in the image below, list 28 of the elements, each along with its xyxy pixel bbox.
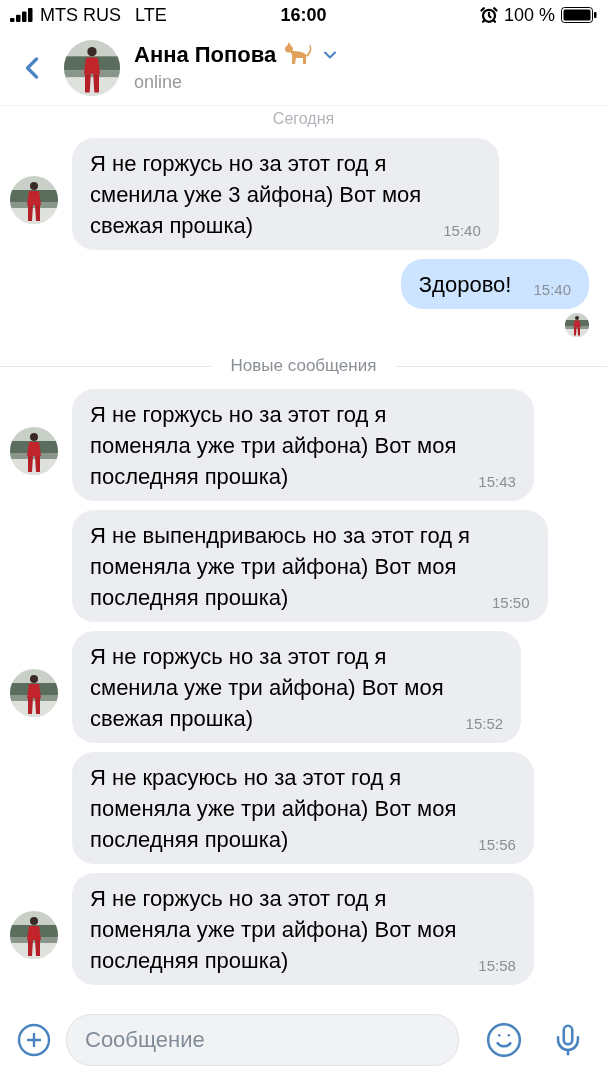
alarm-icon <box>479 6 498 24</box>
clock: 16:00 <box>279 4 328 26</box>
message-text: Здорово! <box>418 271 512 299</box>
message-text: Я не красуюсь но за этот год я поменяла уже три айфона) Вот моя последняя прошка) <box>90 764 457 854</box>
message-time: 15:40 <box>533 281 571 298</box>
message-text: Я не горжусь но за этот год я поменяла уже три айфона) Вот моя последняя прошка) <box>90 401 457 491</box>
message-time: 15:58 <box>478 957 516 974</box>
message-time: 15:43 <box>478 473 516 490</box>
date-label: Сегодня <box>271 109 336 129</box>
battery-percent: 100 % <box>503 4 555 26</box>
message-text: Я не выпендриваюсь но за этот год я поменяла уже три айфона) Вот моя последняя прошка) <box>90 522 470 612</box>
emoji-icon[interactable] <box>485 1021 523 1059</box>
carrier-name: MTS RUS <box>40 4 121 26</box>
message-time: 15:50 <box>492 594 530 611</box>
online-status: online <box>134 72 184 93</box>
message-time: 15:52 <box>465 715 504 732</box>
message-text: Я не горжусь но за этот год я сменила уже три айфона) Вот моя свежая прошка) <box>90 643 444 733</box>
signal-icon <box>10 8 34 22</box>
message-time: 15:40 <box>443 222 481 239</box>
add-icon[interactable] <box>16 1022 52 1058</box>
message-time: 15:56 <box>478 836 516 853</box>
network-type: LTE <box>135 4 167 26</box>
message-input[interactable]: Сообщение <box>66 1014 459 1066</box>
contact-name[interactable]: Анна Попова <box>134 42 277 68</box>
battery-icon <box>561 7 597 23</box>
new-messages-divider: Новые сообщения <box>230 356 377 376</box>
message-text: Я не горжусь но за этот год я сменила уже 3 айфона) Вот моя свежая прошка) <box>90 150 422 240</box>
message-text: Я не горжусь но за этот год я поменяла уже три айфона) Вот моя последняя прошка) <box>90 885 457 975</box>
